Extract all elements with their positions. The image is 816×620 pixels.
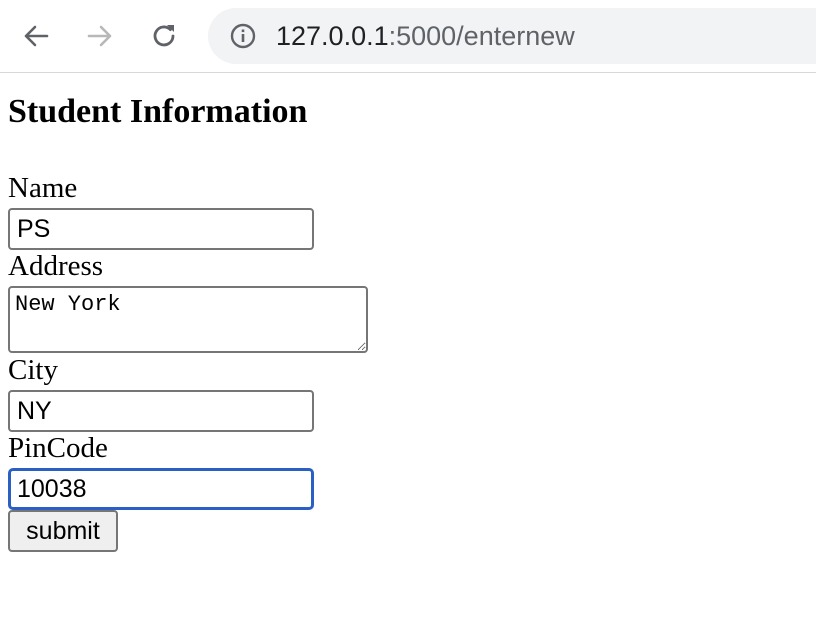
address-label: Address [8, 250, 104, 282]
page-title: Student Information [8, 93, 308, 130]
reload-icon [153, 25, 175, 47]
url-host: 127.0.0.1 [276, 21, 389, 51]
url-text[interactable]: 127.0.0.1:5000/enternew [276, 21, 575, 51]
arrow-left-icon [24, 25, 49, 47]
arrow-right-icon [87, 25, 112, 47]
address-textarea[interactable]: New York [8, 286, 368, 353]
url-path: :5000/enternew [388, 21, 575, 51]
pincode-input[interactable] [8, 468, 314, 510]
pincode-label: PinCode [8, 432, 108, 464]
reload-button[interactable] [142, 14, 186, 58]
browser-toolbar: 127.0.0.1:5000/enternew [0, 0, 816, 73]
name-label: Name [8, 172, 78, 204]
address-bar[interactable]: 127.0.0.1:5000/enternew [208, 8, 816, 64]
info-icon[interactable] [230, 23, 256, 49]
name-input[interactable] [8, 208, 314, 250]
forward-button[interactable] [78, 14, 122, 58]
back-button[interactable] [14, 14, 58, 58]
city-label: City [8, 354, 58, 386]
submit-button[interactable]: submit [8, 510, 118, 552]
city-input[interactable] [8, 390, 314, 432]
